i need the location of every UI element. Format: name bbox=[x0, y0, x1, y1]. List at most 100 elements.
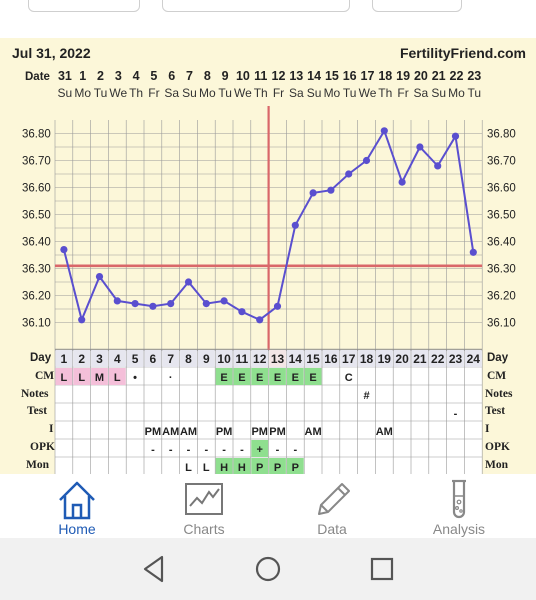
monitor-value: P bbox=[292, 462, 299, 474]
temperature-point bbox=[273, 302, 282, 310]
y-tick-label-right: 36.70 bbox=[487, 156, 516, 168]
weekday-label: Sa bbox=[414, 86, 429, 100]
cm-value: · bbox=[169, 372, 173, 384]
weekday-label: We bbox=[234, 86, 252, 100]
temperature-point bbox=[131, 300, 139, 308]
day-number: 22 bbox=[431, 352, 445, 366]
date-label: 1 bbox=[79, 69, 86, 83]
day-number: 10 bbox=[217, 352, 231, 366]
temperature-point bbox=[291, 221, 299, 229]
monitor-value: P bbox=[256, 462, 263, 474]
day-number: 12 bbox=[253, 352, 267, 366]
date-label: 4 bbox=[133, 69, 140, 83]
monitor-value: P bbox=[274, 462, 281, 474]
day-number: 11 bbox=[236, 352, 249, 366]
home-circle-icon[interactable] bbox=[254, 555, 282, 583]
weekday-label: Tu bbox=[218, 86, 232, 100]
cm-value: E bbox=[238, 372, 245, 384]
day-number: 19 bbox=[378, 352, 392, 366]
day-number: 6 bbox=[150, 352, 157, 366]
weekday-label: Th bbox=[378, 86, 392, 100]
day-number: 13 bbox=[271, 352, 285, 366]
date-label: 23 bbox=[467, 69, 481, 83]
system-navigation-bar bbox=[0, 538, 536, 600]
date-label: 13 bbox=[289, 69, 303, 83]
monitor-value: H bbox=[238, 462, 246, 474]
weekday-label: Sa bbox=[289, 86, 304, 100]
intercourse-value: AM bbox=[180, 426, 197, 438]
temperature-point bbox=[398, 178, 406, 186]
temperature-point bbox=[113, 297, 121, 305]
recents-icon[interactable] bbox=[369, 556, 395, 582]
temperature-point bbox=[416, 143, 424, 151]
day-number: 3 bbox=[96, 352, 103, 366]
weekday-label: Th bbox=[129, 86, 143, 100]
y-tick-label-left: 36.70 bbox=[22, 156, 51, 168]
y-tick-label-left: 36.40 bbox=[22, 237, 51, 249]
weekday-label: Tu bbox=[468, 86, 482, 100]
date-label: 3 bbox=[115, 69, 122, 83]
opk-value: - bbox=[151, 444, 155, 456]
cm-value: L bbox=[61, 372, 68, 384]
date-label: 10 bbox=[236, 69, 250, 83]
weekday-label: Mo bbox=[199, 86, 216, 100]
date-label: 16 bbox=[343, 69, 357, 83]
date-label: 19 bbox=[396, 69, 410, 83]
date-label: 31 bbox=[58, 69, 72, 83]
temperature-point bbox=[309, 189, 317, 197]
weekday-label: Tu bbox=[94, 86, 108, 100]
weekday-label: Fr bbox=[148, 86, 159, 100]
date-label: 18 bbox=[378, 69, 392, 83]
nav-data-label: Data bbox=[317, 521, 347, 537]
temperature-point bbox=[362, 156, 371, 165]
weekday-label: Mo bbox=[74, 86, 91, 100]
cm-value: E bbox=[256, 372, 263, 384]
y-tick-label-left: 36.10 bbox=[22, 318, 51, 330]
temperature-point bbox=[238, 308, 246, 316]
temperature-point bbox=[256, 316, 264, 324]
day-number: 16 bbox=[324, 352, 338, 366]
weekday-label: Th bbox=[254, 86, 268, 100]
opk-value: - bbox=[204, 444, 208, 456]
date-label: 2 bbox=[97, 69, 104, 83]
back-icon[interactable] bbox=[140, 554, 168, 584]
y-tick-label-left: 36.80 bbox=[22, 129, 51, 141]
day-number: 23 bbox=[449, 352, 463, 366]
weekday-label: Fr bbox=[397, 86, 408, 100]
temperature-point bbox=[202, 300, 210, 308]
opk-value: - bbox=[240, 444, 244, 456]
date-label: 22 bbox=[450, 69, 464, 83]
date-label: 21 bbox=[432, 69, 446, 83]
opk-value: - bbox=[293, 444, 297, 456]
nav-analysis[interactable]: Analysis bbox=[392, 474, 526, 538]
temperature-point bbox=[220, 297, 228, 305]
day-number: 4 bbox=[114, 352, 121, 366]
y-tick-label-right: 36.50 bbox=[487, 210, 516, 222]
day-number: 17 bbox=[342, 352, 356, 366]
nav-charts[interactable]: Charts bbox=[137, 474, 271, 538]
y-tick-label-right: 36.40 bbox=[487, 237, 516, 249]
temperature-chart: 36.80 36.80 36.70 36.70 36.60 36.60 36.50 36.50… bbox=[22, 69, 516, 474]
weekday-label: Tu bbox=[343, 86, 357, 100]
temperature-point bbox=[345, 170, 353, 178]
date-label: 17 bbox=[361, 69, 375, 83]
monitor-value: L bbox=[185, 462, 192, 474]
day-number: 1 bbox=[61, 352, 68, 366]
intercourse-value: PM bbox=[251, 426, 268, 438]
weekday-label: Su bbox=[58, 86, 73, 100]
bottom-navigation: Home Charts Data Analysis bbox=[0, 474, 536, 538]
date-label: 14 bbox=[307, 69, 321, 83]
nav-charts-label: Charts bbox=[183, 521, 225, 537]
opk-value: + bbox=[256, 444, 262, 456]
day-number: 8 bbox=[185, 352, 192, 366]
y-tick-label-left: 36.60 bbox=[22, 183, 51, 195]
y-tick-label-right: 36.30 bbox=[487, 264, 516, 276]
nav-home[interactable]: Home bbox=[10, 474, 144, 538]
day-number: 2 bbox=[78, 352, 85, 366]
weekday-label: Mo bbox=[448, 86, 465, 100]
date-label: 11 bbox=[254, 69, 267, 83]
nav-home-label: Home bbox=[58, 521, 96, 537]
nav-data[interactable]: Data bbox=[265, 474, 399, 538]
cm-value: E bbox=[220, 372, 227, 384]
monitor-value: L bbox=[203, 462, 210, 474]
